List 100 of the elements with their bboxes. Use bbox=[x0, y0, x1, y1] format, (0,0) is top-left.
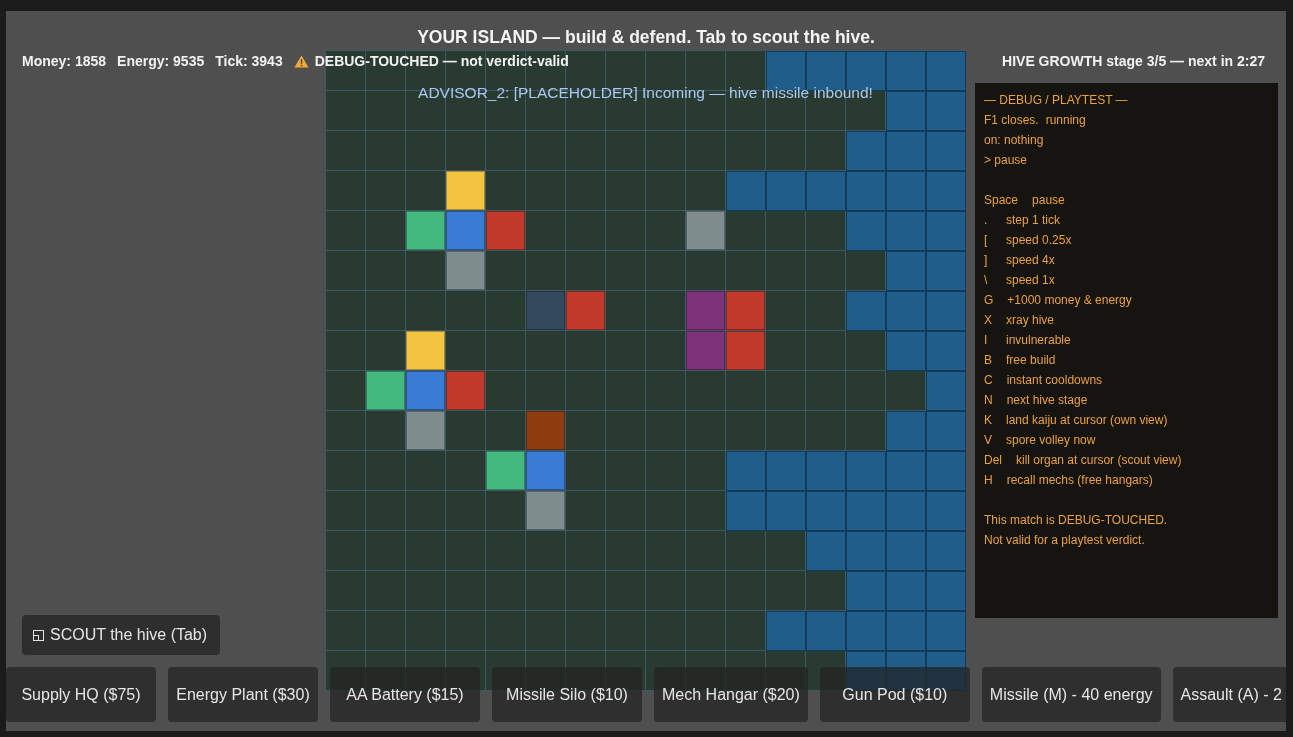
shortcut-action: free build bbox=[1006, 352, 1056, 369]
hive-tile bbox=[846, 571, 886, 611]
hive-status: HIVE GROWTH stage 3/5 — next in 2:27 bbox=[1002, 52, 1265, 71]
advisor-message: ADVISOR_2: [PLACEHOLDER] Incoming — hive missile inbound! bbox=[418, 83, 873, 103]
build-button[interactable]: Supply HQ ($75) bbox=[6, 667, 156, 722]
shortcut-action: pause bbox=[1032, 192, 1065, 209]
hive-tile bbox=[926, 571, 966, 611]
hive-tile bbox=[806, 451, 846, 491]
build-button[interactable]: Missile Silo ($10) bbox=[492, 667, 642, 722]
hive-tile bbox=[846, 171, 886, 211]
shortcut-key: N bbox=[984, 390, 1007, 410]
hive-tile bbox=[926, 131, 966, 171]
build-button[interactable]: Gun Pod ($10) bbox=[819, 667, 970, 722]
shortcut-action: speed 4x bbox=[1006, 252, 1055, 269]
debug-notice: Not valid for a playtest verdict. bbox=[984, 532, 1145, 549]
shortcut-key: H bbox=[984, 470, 1007, 490]
shortcut-key: G bbox=[984, 290, 1008, 310]
hive-tile bbox=[886, 531, 926, 571]
build-button[interactable]: AA Battery ($15) bbox=[330, 667, 480, 722]
debug-hint: F1 closes. bbox=[984, 112, 1039, 129]
hive-tile bbox=[846, 131, 886, 171]
shortcut-key: [ bbox=[984, 230, 1006, 250]
hive-tile bbox=[926, 411, 966, 451]
hive-tile bbox=[886, 571, 926, 611]
debug-status: running bbox=[1045, 112, 1086, 129]
hive-tile bbox=[926, 331, 966, 371]
shortcut-key: I bbox=[984, 330, 1006, 350]
debug-title: — DEBUG / PLAYTEST — bbox=[984, 92, 1128, 109]
hive-tile bbox=[926, 451, 966, 491]
ability-button[interactable]: Missile (M) - 40 energy bbox=[981, 667, 1161, 722]
hive-tile bbox=[886, 331, 926, 371]
hive-tile bbox=[766, 171, 806, 211]
hive-tile bbox=[846, 451, 886, 491]
stat-text: Money: 1858 bbox=[22, 52, 107, 71]
shortcut-key: B bbox=[984, 350, 1006, 370]
hive-tile bbox=[846, 211, 886, 251]
debug-line: > pause bbox=[984, 152, 1028, 169]
hive-tile bbox=[766, 451, 806, 491]
shortcut-key: \ bbox=[984, 270, 1006, 290]
shortcut-key: ] bbox=[984, 250, 1006, 270]
hive-tile bbox=[806, 171, 846, 211]
shortcut-action: speed 0.25x bbox=[1006, 232, 1072, 249]
shortcut-action: +1000 money & energy bbox=[1007, 292, 1132, 309]
shortcut-action: spore volley now bbox=[1006, 432, 1096, 449]
hive-tile bbox=[726, 171, 766, 211]
hive-tile bbox=[886, 131, 926, 171]
shortcut-key: Space bbox=[984, 190, 1033, 210]
hive-tile bbox=[846, 531, 886, 571]
build-button[interactable]: Mech Hangar ($20) bbox=[654, 667, 808, 722]
build-button[interactable]: Energy Plant ($30) bbox=[168, 667, 318, 722]
hive-tile bbox=[766, 611, 806, 651]
hive-tile bbox=[886, 51, 926, 91]
shortcut-action: invulnerable bbox=[1006, 332, 1071, 349]
hive-tile bbox=[846, 291, 886, 331]
hive-tile bbox=[926, 171, 966, 211]
square-icon bbox=[33, 629, 44, 641]
hive-tile bbox=[726, 491, 766, 531]
hive-tile bbox=[886, 291, 926, 331]
hive-tile bbox=[886, 491, 926, 531]
debug-notice: This match is DEBUG-TOUCHED. bbox=[984, 512, 1168, 529]
shortcut-action: kill organ at cursor (scout view) bbox=[1016, 452, 1182, 469]
shortcut-key: . bbox=[984, 210, 1006, 230]
scout-button[interactable]: SCOUT the hive (Tab) bbox=[22, 615, 221, 655]
shortcut-action: step 1 tick bbox=[1006, 212, 1061, 229]
shortcut-key: K bbox=[984, 410, 1006, 430]
warning-icon bbox=[293, 54, 309, 68]
hive-tile bbox=[886, 411, 926, 451]
stat-text: Tick: 3943 bbox=[215, 52, 283, 71]
shortcut-action: recall mechs (free hangars) bbox=[1006, 472, 1153, 489]
shortcut-action: xray hive bbox=[1006, 312, 1055, 329]
hive-tile bbox=[926, 91, 966, 131]
hive-tile bbox=[926, 491, 966, 531]
shortcut-action: instant cooldowns bbox=[1006, 372, 1103, 389]
shortcut-action: speed 1x bbox=[1006, 272, 1055, 289]
hive-tile bbox=[886, 171, 926, 211]
hive-tile bbox=[926, 211, 966, 251]
hive-tile bbox=[926, 371, 966, 411]
shortcut-key: X bbox=[984, 310, 1006, 330]
hive-tile bbox=[886, 251, 926, 291]
hive-tile bbox=[806, 491, 846, 531]
hive-tile bbox=[926, 51, 966, 91]
page-title: YOUR ISLAND — build & defend. Tab to scout the hive. bbox=[417, 26, 875, 49]
hive-tile bbox=[766, 491, 806, 531]
shortcut-action: land kaiju at cursor (own view) bbox=[1006, 412, 1168, 429]
warning-text: DEBUG-TOUCHED — not verdict-valid bbox=[314, 52, 569, 71]
hive-tile bbox=[846, 491, 886, 531]
shortcut-key: Del bbox=[984, 450, 1016, 470]
hive-tile bbox=[926, 251, 966, 291]
hive-tile bbox=[806, 611, 846, 651]
hive-tile bbox=[886, 211, 926, 251]
debug-line: on: nothing bbox=[984, 132, 1044, 149]
hive-tile bbox=[806, 531, 846, 571]
hive-tile bbox=[926, 531, 966, 571]
stat-text: Energy: 9535 bbox=[117, 52, 205, 71]
hive-tile bbox=[926, 291, 966, 331]
shortcut-key: C bbox=[984, 370, 1007, 390]
shortcut-action: next hive stage bbox=[1006, 392, 1088, 409]
hive-tile bbox=[886, 451, 926, 491]
hive-tile bbox=[886, 91, 926, 131]
ability-button[interactable]: Assault (A) - 2 bbox=[1172, 667, 1286, 722]
